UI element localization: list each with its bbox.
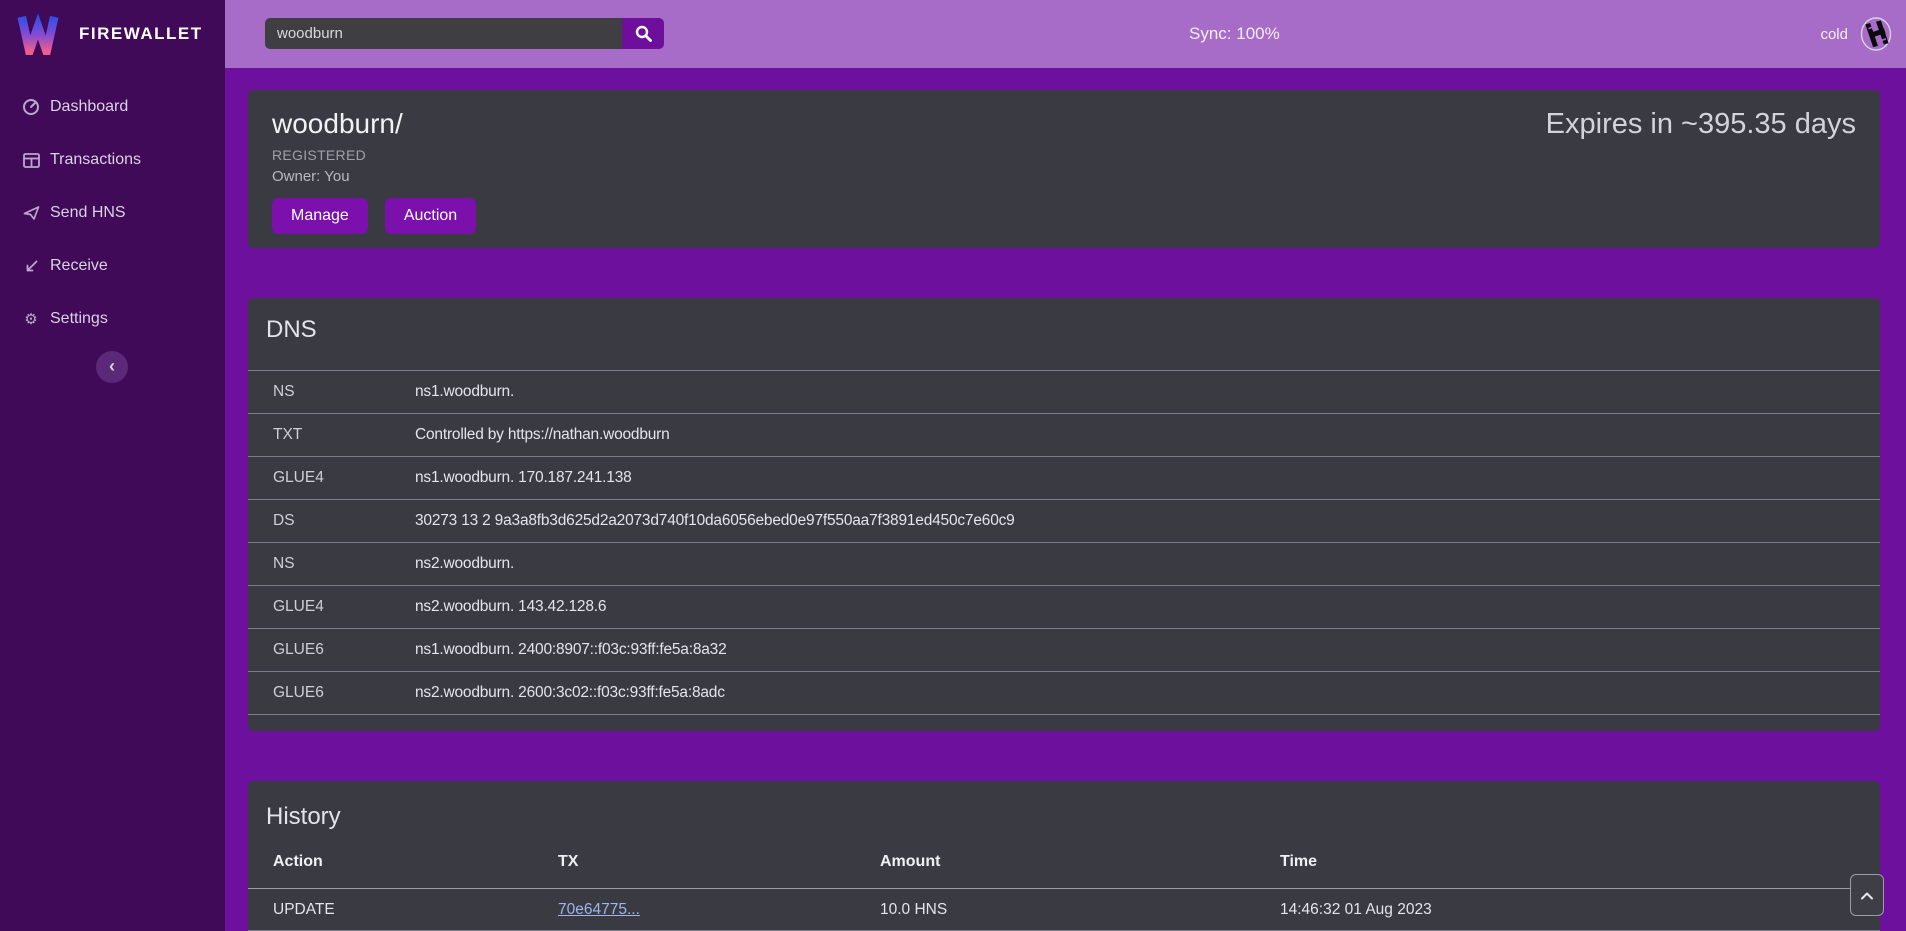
receive-icon	[20, 259, 42, 274]
dns-record-type: GLUE4	[248, 457, 415, 500]
dns-record-type: GLUE4	[248, 586, 415, 629]
domain-actions: Manage Auction	[272, 198, 1856, 234]
dns-record-row: NS ns2.woodburn.	[248, 543, 1880, 586]
history-amount: 10.0 HNS	[880, 889, 1280, 931]
sidebar-item-label: Settings	[50, 310, 108, 328]
sidebar-item-send-hns[interactable]: Send HNS	[0, 200, 225, 226]
dns-record-type: GLUE6	[248, 629, 415, 672]
dns-record-type: NS	[248, 543, 415, 586]
history-table: Action TX Amount Time UPDATE 70e64775...…	[248, 853, 1880, 931]
dns-record-row: NS ns1.woodburn.	[248, 371, 1880, 414]
domain-owner-text: Owner: You	[272, 168, 1856, 185]
history-col-action: Action	[248, 853, 558, 889]
firewallet-logo-icon	[17, 13, 59, 55]
topbar: Sync: 100% cold	[225, 0, 1906, 68]
auction-button[interactable]: Auction	[385, 198, 476, 234]
history-heading: History	[248, 803, 1880, 831]
dns-record-type: GLUE6	[248, 672, 415, 715]
sidebar: FIREWALLET Dashboard Transactions Send H…	[0, 0, 225, 931]
dns-record-type: TXT	[248, 414, 415, 457]
sidebar-collapse-button[interactable]: ‹	[96, 351, 128, 383]
history-header-row: Action TX Amount Time	[248, 853, 1880, 889]
domain-card: woodburn/ REGISTERED Owner: You Manage A…	[248, 90, 1880, 248]
gear-icon: ⚙	[20, 312, 42, 327]
history-action: UPDATE	[248, 889, 558, 931]
main-area: Sync: 100% cold woodburn/	[225, 0, 1906, 931]
history-col-amount: Amount	[880, 853, 1280, 889]
tx-link[interactable]: 70e64775...	[558, 901, 640, 918]
sidebar-item-label: Send HNS	[50, 204, 126, 222]
search-input[interactable]	[265, 18, 622, 49]
history-time: 14:46:32 01 Aug 2023	[1280, 889, 1880, 931]
dns-record-type: DS	[248, 500, 415, 543]
history-col-tx: TX	[558, 853, 880, 889]
domain-expiry-text: Expires in ~395.35 days	[1546, 108, 1856, 141]
scroll-to-top-button[interactable]	[1850, 874, 1884, 916]
sidebar-item-label: Transactions	[50, 151, 141, 169]
app-title: FIREWALLET	[79, 24, 203, 44]
dns-record-row: GLUE4 ns1.woodburn. 170.187.241.138	[248, 457, 1880, 500]
dns-record-type: NS	[248, 371, 415, 414]
page-content: woodburn/ REGISTERED Owner: You Manage A…	[225, 68, 1906, 931]
dns-card: DNS NS ns1.woodburn. TXT Controlled by h…	[248, 298, 1880, 731]
dns-record-value: 30273 13 2 9a3a8fb3d625d2a2073d740f10da6…	[415, 500, 1880, 543]
search-icon	[635, 25, 652, 42]
dns-record-row: GLUE4 ns2.woodburn. 143.42.128.6	[248, 586, 1880, 629]
app-window: FIREWALLET Dashboard Transactions Send H…	[0, 0, 1906, 931]
history-card: History Action TX Amount Time UPDATE	[248, 781, 1880, 931]
app-logo: FIREWALLET	[0, 0, 225, 68]
dns-record-value: ns1.woodburn.	[415, 371, 1880, 414]
sidebar-item-receive[interactable]: Receive	[0, 253, 225, 279]
dns-record-row: GLUE6 ns2.woodburn. 2600:3c02::f03c:93ff…	[248, 672, 1880, 715]
table-icon	[20, 153, 42, 168]
sidebar-nav: Dashboard Transactions Send HNS Receive	[0, 68, 225, 332]
sidebar-item-dashboard[interactable]: Dashboard	[0, 94, 225, 120]
dns-records-table: NS ns1.woodburn. TXT Controlled by https…	[248, 370, 1880, 715]
gauge-icon	[20, 98, 42, 116]
chevron-left-icon: ‹	[109, 357, 115, 375]
sidebar-item-settings[interactable]: ⚙ Settings	[0, 306, 225, 332]
dns-record-value: ns1.woodburn. 170.187.241.138	[415, 457, 1880, 500]
dns-record-value: ns2.woodburn. 2600:3c02::f03c:93ff:fe5a:…	[415, 672, 1880, 715]
dns-record-row: TXT Controlled by https://nathan.woodbur…	[248, 414, 1880, 457]
search-button[interactable]	[622, 18, 664, 49]
wallet-name: cold	[1820, 26, 1848, 43]
wallet-indicator[interactable]: cold	[1820, 0, 1894, 68]
history-row: UPDATE 70e64775... 10.0 HNS 14:46:32 01 …	[248, 889, 1880, 931]
domain-status-badge: REGISTERED	[272, 147, 1856, 163]
dns-record-value: ns2.woodburn. 143.42.128.6	[415, 586, 1880, 629]
sidebar-item-transactions[interactable]: Transactions	[0, 147, 225, 173]
chevron-up-icon	[1860, 891, 1874, 900]
dns-record-value: ns2.woodburn.	[415, 543, 1880, 586]
sync-status: Sync: 100%	[1189, 24, 1280, 44]
handshake-logo-icon	[1858, 16, 1894, 52]
dns-heading: DNS	[248, 316, 1880, 344]
manage-button[interactable]: Manage	[272, 198, 368, 234]
dns-record-row: GLUE6 ns1.woodburn. 2400:8907::f03c:93ff…	[248, 629, 1880, 672]
history-col-time: Time	[1280, 853, 1880, 889]
sidebar-item-label: Dashboard	[50, 98, 128, 116]
dns-record-row: DS 30273 13 2 9a3a8fb3d625d2a2073d740f10…	[248, 500, 1880, 543]
search-bar	[265, 18, 664, 49]
dns-record-value: Controlled by https://nathan.woodburn	[415, 414, 1880, 457]
send-icon	[20, 205, 42, 221]
dns-record-value: ns1.woodburn. 2400:8907::f03c:93ff:fe5a:…	[415, 629, 1880, 672]
sidebar-item-label: Receive	[50, 257, 108, 275]
